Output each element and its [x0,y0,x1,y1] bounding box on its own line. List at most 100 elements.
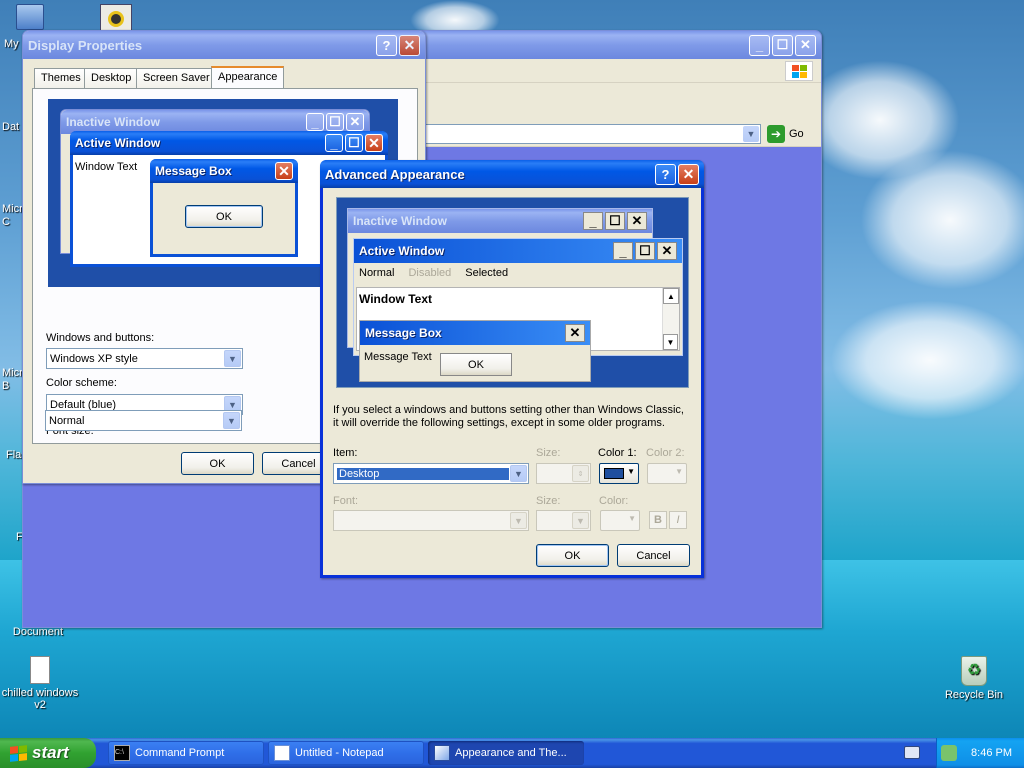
adv-minimize-icon: _ [613,242,633,260]
adv-preview-window-text: Window Text [359,292,432,306]
chevron-down-icon: ▼ [628,514,636,523]
color1-label: Color 1: [598,447,637,459]
preview-close-icon: ✕ [275,162,293,180]
font-size-select[interactable]: ▼ [536,510,591,531]
minimize-button[interactable]: _ [749,34,770,56]
help-icon: ? [382,37,391,53]
appearance-icon [434,745,450,761]
clock[interactable]: 8:46 PM [971,747,1012,759]
preview-active-title: Active Window [75,136,161,150]
info-line-1: If you select a windows and buttons sett… [333,404,684,416]
desktop-icon-recycle-bin[interactable]: ♻ Recycle Bin [934,656,1014,701]
spinner-icon: ⇕ [572,465,589,482]
color2-label: Color 2: [646,447,685,459]
close-icon: ✕ [403,36,416,53]
help-icon: ? [661,166,670,182]
desktop-icon-chilled-windows[interactable]: chilled windows v2 [0,656,80,711]
tab-desktop[interactable]: Desktop [84,68,139,88]
windows-flag-icon [10,744,27,762]
adv-close-icon: ✕ [627,212,647,230]
menu-disabled: Disabled [408,267,452,279]
close-icon: ✕ [800,37,811,52]
adv-maximize-icon: ☐ [605,212,625,230]
adv-minimize-icon: _ [583,212,603,230]
size-label: Size: [536,447,561,459]
color-scheme-label: Color scheme: [46,377,117,389]
font-label: Font: [333,495,359,507]
desktop-icon-label-micro-c[interactable]: Micro C [2,203,29,229]
preview-maximize-icon: ☐ [326,113,344,131]
windows-buttons-select[interactable]: Windows XP style ▼ [46,348,243,369]
advanced-appearance-window: Advanced Appearance ? ✕ Inactive Window … [320,160,704,578]
preview-inactive-title: Inactive Window [66,115,160,129]
chevron-down-icon: ▼ [627,467,635,476]
desktop-icon-label-micro-b[interactable]: Micro B [2,367,29,393]
chevron-down-icon: ▼ [510,512,527,529]
font-select[interactable]: ▼ [333,510,529,531]
preview-minimize-icon: _ [306,113,324,131]
close-button[interactable]: ✕ [678,163,699,185]
cancel-button[interactable]: Cancel [617,544,690,567]
task-command-prompt[interactable]: C:\ Command Prompt [108,741,264,765]
adv-preview-ok-button: OK [440,353,512,376]
menu-normal: Normal [359,267,395,279]
start-button[interactable]: start [0,738,96,768]
italic-button[interactable]: I [669,511,687,529]
address-dropdown-arrow[interactable]: ▼ [743,126,759,142]
adv-preview-msgbox-text: Message Text [364,351,432,363]
item-select[interactable]: Desktop ▼ [333,463,529,484]
window-title: Advanced Appearance [325,166,465,182]
font-size-select[interactable]: Normal ▼ [45,410,242,431]
tab-appearance[interactable]: Appearance [211,66,285,88]
taskbar: start C:\ Command Prompt Untitled - Note… [0,738,1024,768]
close-button[interactable]: ✕ [795,34,816,56]
adv-preview-message-box[interactable]: Message Box ✕ Message Text OK [359,320,591,382]
ok-button[interactable]: OK [536,544,609,567]
adv-close-icon: ✕ [565,324,585,342]
color2-picker[interactable]: ▼ [647,463,687,484]
system-tray: 8:46 PM [936,738,1024,768]
preview-minimize-icon: _ [325,134,343,152]
recycle-bin-icon: ♻ [961,656,987,686]
help-button[interactable]: ? [376,34,397,56]
network-icon[interactable] [941,745,958,761]
chevron-down-icon: ▼ [224,350,241,367]
help-button[interactable]: ? [655,163,676,185]
color1-picker[interactable]: ▼ [599,463,639,484]
task-appearance-themes[interactable]: Appearance and The... [428,741,584,765]
adv-maximize-icon: ☐ [635,242,655,260]
maximize-button[interactable]: ☐ [772,34,793,56]
adv-preview-msgbox-title: Message Box [365,326,442,340]
address-input[interactable]: ▼ [423,124,761,144]
tab-themes[interactable]: Themes [34,68,88,88]
scroll-down-icon: ▼ [663,334,678,350]
text-file-icon [30,656,50,684]
close-button[interactable]: ✕ [399,34,420,56]
keyboard-icon[interactable] [904,746,920,759]
preview-close-icon: ✕ [365,134,383,152]
desktop-icon-label-data[interactable]: Dat [2,121,24,133]
chevron-down-icon: ▼ [223,412,240,429]
preview-ok-button: OK [185,205,263,228]
desktop-icon-my-computer[interactable]: My [0,4,44,50]
go-arrow-icon: ➔ [767,125,785,143]
ok-button[interactable]: OK [181,452,254,475]
advanced-preview[interactable]: Inactive Window _ ☐ ✕ Active Window _ ☐ … [336,197,689,388]
chevron-down-icon: ▼ [510,465,527,482]
scroll-up-icon: ▲ [663,288,679,304]
advanced-appearance-titlebar[interactable]: Advanced Appearance ? ✕ [320,160,704,188]
gear-icon [108,11,124,27]
chevron-down-icon: ▼ [572,512,589,529]
tab-screen-saver[interactable]: Screen Saver [136,68,217,88]
font-color-picker[interactable]: ▼ [600,510,640,531]
window-title: Display Properties [28,37,143,53]
display-properties-titlebar[interactable]: Display Properties ? ✕ [23,31,425,59]
bold-button[interactable]: B [649,511,667,529]
task-notepad[interactable]: Untitled - Notepad [268,741,424,765]
font-color-label: Color: [599,495,629,507]
menu-selected: Selected [465,267,509,279]
go-button[interactable]: ➔ Go [767,124,804,144]
size-spinner[interactable]: ⇕ [536,463,591,484]
console-icon: C:\ [114,745,130,761]
preview-message-box: Message Box ✕ OK [150,159,298,257]
